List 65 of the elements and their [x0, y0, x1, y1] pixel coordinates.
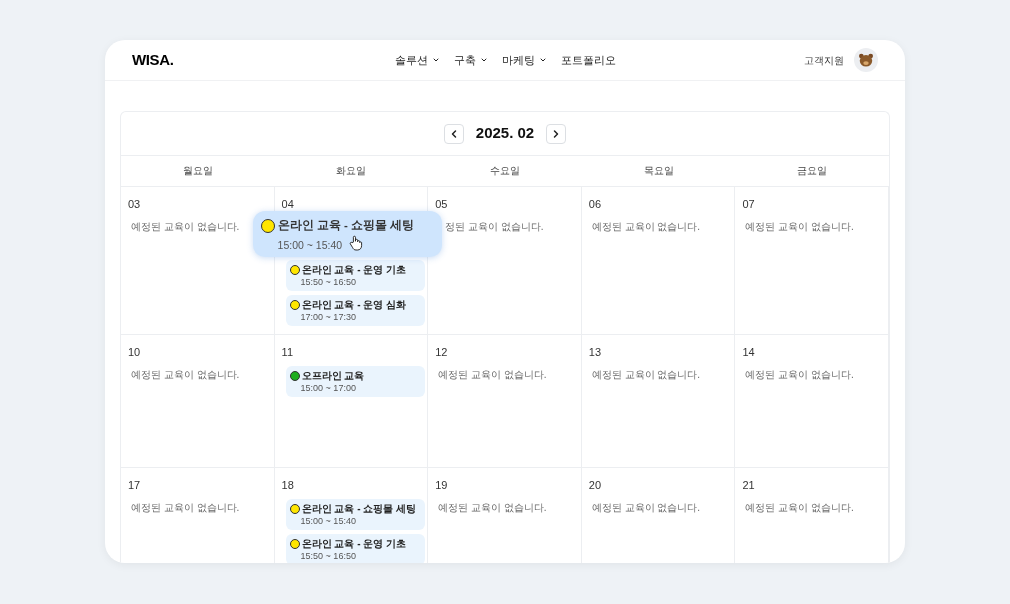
nav-link[interactable]: 마케팅 — [501, 51, 547, 69]
no-events-text: 예정된 교육이 없습니다. — [437, 501, 548, 515]
event-card[interactable]: 온라인 교육 - 쇼핑몰 세팅 15:00 ~ 15:40 — [285, 499, 425, 530]
logo[interactable]: WISA. — [132, 48, 392, 72]
month-title: 2025. 02 — [475, 123, 535, 144]
event-card[interactable]: 온라인 교육 - 운영 심화 17:00 ~ 17:30 — [285, 295, 425, 326]
day-number: 21 — [742, 480, 756, 491]
event-card[interactable]: 오프라인 교육 15:00 ~ 17:00 — [285, 366, 425, 397]
day-number: 03 — [128, 199, 142, 210]
event-time: 15:00 ~ 17:00 — [300, 383, 356, 394]
no-events-text: 예정된 교육이 없습니다. — [744, 220, 855, 234]
event-title: 온라인 교육 - 쇼핑몰 세팅 — [277, 218, 415, 233]
chevron-down-icon — [479, 56, 488, 64]
event-card[interactable]: 온라인 교육 - 운영 기초 15:50 ~ 16:50 — [285, 534, 425, 563]
no-events-text: 예정된 교육이 없습니다. — [590, 220, 702, 234]
day-number: 19 — [435, 480, 449, 491]
day-number: 12 — [435, 347, 449, 358]
nav-link[interactable]: 구축 — [453, 51, 488, 69]
no-events-text: 예정된 교육이 없습니다. — [437, 368, 548, 382]
day-number: 06 — [588, 199, 603, 210]
day-number: 14 — [742, 347, 756, 358]
previous-month-button[interactable] — [443, 123, 464, 144]
weekday-header: 수요일 — [490, 163, 520, 178]
weekday-header: 목요일 — [643, 163, 674, 178]
day-number: 07 — [742, 199, 756, 210]
chevron-down-icon — [538, 56, 547, 64]
nav-link[interactable]: 솔루션 — [394, 51, 440, 69]
weekday-header: 화요일 — [336, 163, 367, 178]
dragged-event-card[interactable]: 온라인 교육 - 쇼핑몰 세팅 15:00 ~ 15:40 — [252, 211, 442, 257]
next-month-button[interactable] — [546, 123, 567, 144]
event-title: 오프라인 교육 — [301, 369, 365, 382]
avatar[interactable] — [854, 48, 878, 72]
event-time: 15:50 ~ 16:50 — [300, 277, 356, 288]
no-events-text: 정된 교육이 없습니다. — [444, 220, 545, 234]
weekday-header: 월요일 — [182, 163, 213, 178]
event-time: 15:50 ~ 16:50 — [300, 551, 356, 562]
event-title: 온라인 교육 - 운영 기초 — [301, 263, 407, 276]
day-number: 18 — [281, 480, 295, 491]
no-events-text: 예정된 교육이 없습니다. — [130, 220, 241, 234]
no-events-text: 예정된 교육이 없습니다. — [130, 368, 241, 382]
day-number: 11 — [281, 347, 294, 358]
day-number: 10 — [128, 347, 142, 358]
event-title: 온라인 교육 - 운영 기초 — [301, 537, 407, 550]
event-title: 온라인 교육 - 운영 심화 — [301, 298, 407, 311]
no-events-text: 예정된 교육이 없습니다. — [744, 501, 855, 515]
chevron-down-icon — [431, 56, 440, 64]
day-number: 13 — [588, 347, 603, 358]
event-card[interactable]: 온라인 교육 - 운영 기초 15:50 ~ 16:50 — [285, 260, 425, 291]
day-number: 20 — [588, 480, 603, 491]
event-title: 온라인 교육 - 쇼핑몰 세팅 — [301, 502, 417, 515]
day-number: 04 — [281, 199, 295, 210]
nav-link[interactable]: 포트폴리오 — [560, 51, 616, 69]
support-link[interactable]: 고객지원 — [804, 52, 844, 68]
event-time: 15:00 ~ 15:40 — [277, 238, 343, 254]
day-number: 05 — [435, 199, 449, 210]
no-events-text: 예정된 교육이 없습니다. — [130, 501, 241, 515]
event-time: 17:00 ~ 17:30 — [300, 312, 356, 323]
weekday-header: 금요일 — [797, 163, 828, 178]
no-events-text: 예정된 교육이 없습니다. — [590, 501, 702, 515]
event-time: 15:00 ~ 15:40 — [300, 516, 356, 527]
no-events-text: 예정된 교육이 없습니다. — [590, 368, 702, 382]
bear-icon — [858, 53, 874, 67]
hand-cursor-icon — [348, 235, 363, 251]
day-number: 17 — [128, 480, 142, 491]
no-events-text: 예정된 교육이 없습니다. — [744, 368, 855, 382]
